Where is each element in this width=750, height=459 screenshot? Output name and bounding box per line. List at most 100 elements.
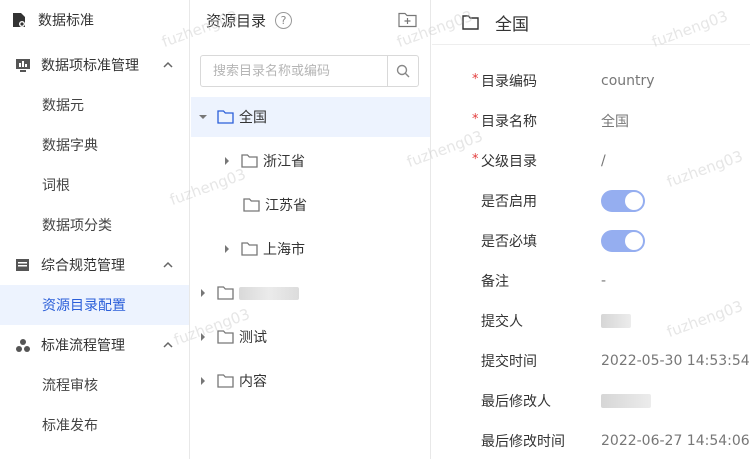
detail-title: 全国 (495, 14, 529, 35)
monitor-chart-icon (16, 58, 30, 72)
tree-node-label: 江苏省 (265, 198, 307, 214)
field-label: 目录名称 (481, 114, 537, 130)
field-value: - (601, 273, 607, 289)
tree-node-label: 上海市 (263, 242, 305, 258)
field-value: 全国 (601, 114, 629, 130)
sidebar-item-label: 流程审核 (42, 378, 98, 394)
folder-icon (241, 154, 258, 168)
sidebar-item-resource-catalog-config[interactable]: 资源目录配置 (0, 285, 189, 325)
field-last-modifier: 最后修改人 (432, 381, 750, 421)
field-label: 提交人 (481, 314, 523, 330)
hierarchy-icon (16, 338, 30, 352)
field-mandatory: 是否必填 (432, 221, 750, 261)
field-submitter: 提交人 (432, 301, 750, 341)
caret-down-icon[interactable] (199, 113, 207, 121)
field-label: 最后修改时间 (481, 434, 565, 450)
sidebar-item-label: 数据字典 (42, 138, 98, 154)
sidebar-item-data-item-category[interactable]: 数据项分类 (0, 205, 189, 245)
field-label: 父级目录 (481, 154, 537, 170)
field-label: 是否启用 (481, 194, 537, 210)
sidebar-item-label: 数据元 (42, 98, 84, 114)
sidebar-group-label: 数据项标准管理 (41, 58, 139, 74)
search-button[interactable] (387, 56, 418, 86)
field-label: 最后修改人 (481, 394, 551, 410)
field-value: country (601, 73, 655, 89)
tree-node-zhejiang[interactable]: 浙江省 (223, 141, 305, 181)
sidebar-group-data-item-standard[interactable]: 数据项标准管理 (0, 45, 189, 85)
help-icon[interactable]: ? (275, 11, 293, 29)
search-input[interactable] (201, 56, 387, 86)
folder-icon (217, 110, 234, 124)
tree-node-shanghai[interactable]: 上海市 (223, 229, 305, 269)
redacted-label (239, 286, 299, 300)
tree-node-test[interactable]: 测试 (199, 317, 267, 357)
field-submit-time: 提交时间 2022-05-30 14:53:54 (432, 341, 750, 381)
sidebar-item-label: 标准发布 (42, 418, 98, 434)
field-catalog-name: * 目录名称 全国 (432, 101, 750, 141)
enabled-toggle[interactable] (601, 190, 645, 212)
field-label: 目录编码 (481, 74, 537, 90)
sidebar: 数据标准 数据项标准管理 数据元 数据字典 词根 数据项分类 综合规范管理 资源… (0, 0, 190, 459)
sidebar-item-data-element[interactable]: 数据元 (0, 85, 189, 125)
caret-right-icon[interactable] (223, 157, 231, 165)
sidebar-item-root-word[interactable]: 词根 (0, 165, 189, 205)
field-value: 2022-05-30 14:53:54 (601, 353, 750, 369)
chevron-up-icon (163, 261, 173, 268)
required-mark: * (472, 112, 479, 127)
chevron-up-icon (163, 341, 173, 348)
sidebar-item-process-review[interactable]: 流程审核 (0, 365, 189, 405)
folder-icon (241, 242, 258, 256)
sidebar-group-general-spec[interactable]: 综合规范管理 (0, 245, 189, 285)
add-folder-icon[interactable] (398, 11, 417, 28)
field-label: 是否必填 (481, 234, 537, 250)
sidebar-group-label: 标准流程管理 (41, 338, 125, 354)
field-enabled: 是否启用 (432, 181, 750, 221)
folder-icon (217, 330, 234, 344)
field-parent-catalog: * 父级目录 / (432, 141, 750, 181)
field-remark: 备注 - (432, 261, 750, 301)
field-value: 2022-06-27 14:54:06 (601, 433, 750, 449)
tree-node-label: 内容 (239, 374, 267, 390)
caret-right-icon[interactable] (199, 289, 207, 297)
folder-icon (243, 198, 260, 212)
tree-header: 资源目录 ? (191, 0, 430, 40)
tree-node-redacted[interactable] (199, 273, 299, 313)
required-mark: * (472, 72, 479, 87)
sidebar-item-standard-release[interactable]: 标准发布 (0, 405, 189, 445)
catalog-tree-pane: 资源目录 ? 全国 浙江省 江苏省 上海市 测试 (191, 0, 431, 459)
caret-right-icon[interactable] (223, 245, 231, 253)
chevron-up-icon (163, 61, 173, 68)
redacted-value (601, 314, 631, 328)
field-value: / (601, 153, 606, 169)
sidebar-item-data-dictionary[interactable]: 数据字典 (0, 125, 189, 165)
required-mark: * (472, 152, 479, 167)
sidebar-group-label: 综合规范管理 (41, 258, 125, 274)
folder-icon (217, 286, 234, 300)
folder-icon (217, 374, 234, 388)
detail-header: 全国 (432, 0, 750, 45)
tree-node-label: 测试 (239, 330, 267, 346)
search-box (200, 55, 419, 87)
sidebar-title: 数据标准 (38, 13, 94, 29)
sidebar-group-standard-process[interactable]: 标准流程管理 (0, 325, 189, 365)
field-last-modify-time: 最后修改时间 2022-06-27 14:54:06 (432, 421, 750, 459)
tree-node-jiangsu[interactable]: 江苏省 (243, 185, 307, 225)
sidebar-header: 数据标准 (0, 0, 189, 40)
tree-title: 资源目录 (206, 11, 267, 30)
document-settings-icon (12, 12, 28, 28)
list-box-icon (16, 258, 30, 272)
search-icon (396, 64, 410, 78)
caret-right-icon[interactable] (199, 377, 207, 385)
caret-right-icon[interactable] (199, 333, 207, 341)
sidebar-item-label: 资源目录配置 (42, 298, 126, 314)
tree-node-label: 浙江省 (263, 154, 305, 170)
folder-icon (462, 14, 479, 30)
sidebar-item-label: 数据项分类 (42, 218, 112, 234)
tree-node-label: 全国 (239, 110, 267, 126)
sidebar-item-label: 词根 (42, 178, 70, 194)
tree-node-all-country[interactable]: 全国 (191, 97, 430, 137)
field-catalog-code: * 目录编码 country (432, 61, 750, 101)
tree-node-content[interactable]: 内容 (199, 361, 267, 401)
mandatory-toggle[interactable] (601, 230, 645, 252)
redacted-value (601, 394, 651, 408)
